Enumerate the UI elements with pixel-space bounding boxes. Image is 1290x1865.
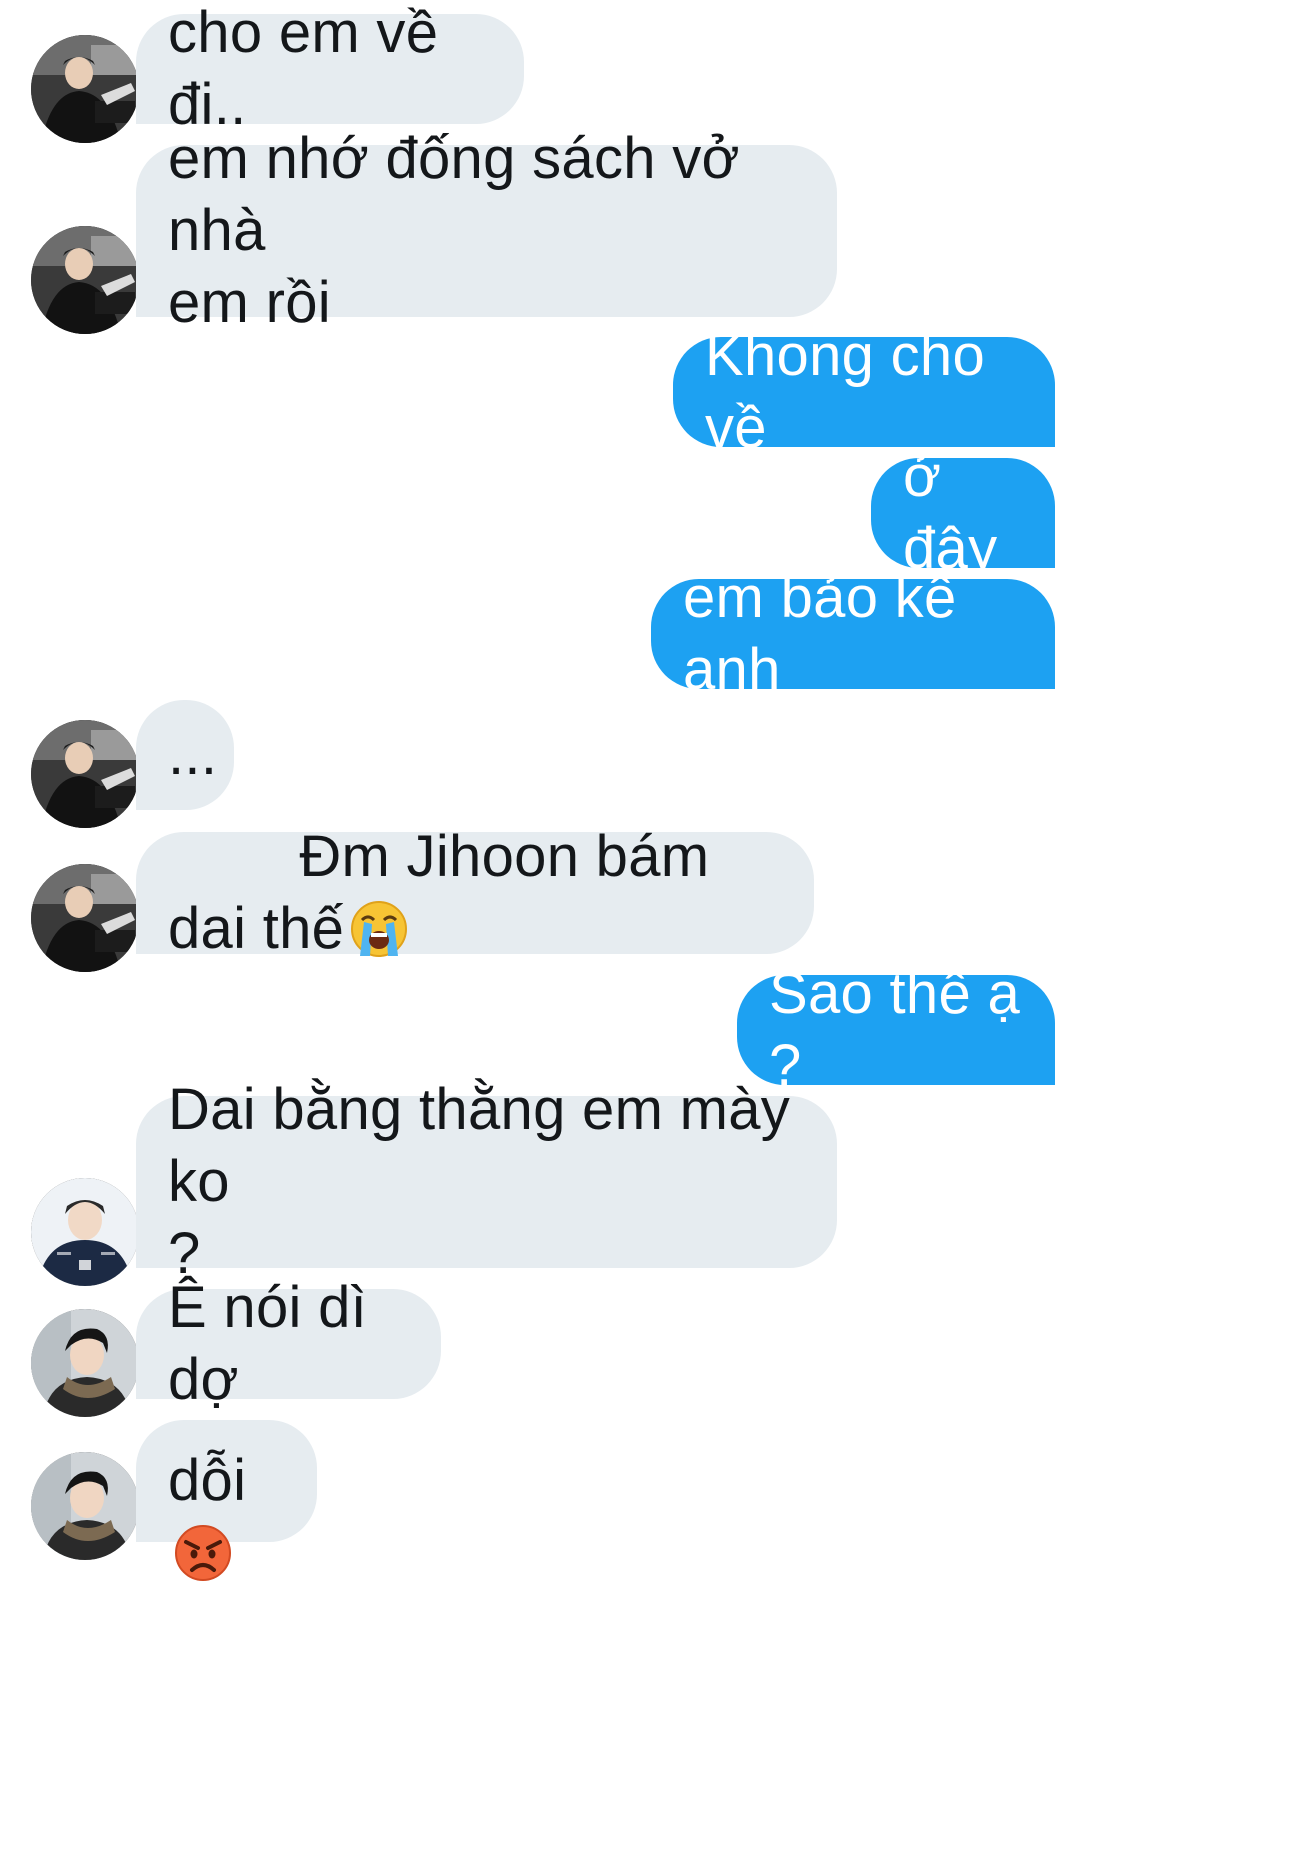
avatar-black-jacket-image bbox=[31, 864, 139, 972]
avatar[interactable] bbox=[31, 1309, 139, 1417]
message-thread: cho em về đi.. em nhớ đống sách vở nhà e… bbox=[0, 0, 1290, 1865]
avatar-black-jacket-image bbox=[31, 720, 139, 828]
message-bubble[interactable]: em nhớ đống sách vở nhà em rồi bbox=[136, 126, 837, 335]
avatar[interactable] bbox=[31, 1452, 139, 1560]
message-bubble[interactable]: cho em về đi.. bbox=[136, 0, 524, 137]
message-bubble[interactable]: Sao thế ạ ? bbox=[737, 961, 1055, 1098]
message-bubble[interactable]: Dai bằng thằng em mày ko ? bbox=[136, 1077, 837, 1286]
avatar-scarf-image bbox=[31, 1452, 139, 1560]
message-text: dỗi bbox=[168, 1301, 285, 1661]
message-bubble[interactable]: Đm Jihoon bám dai thế bbox=[136, 824, 814, 961]
avatar-scarf-image bbox=[31, 1309, 139, 1417]
message-text: Dai bằng thằng em mày ko ? bbox=[168, 1077, 791, 1286]
message-text: em nhớ đống sách vở nhà em rồi bbox=[168, 126, 740, 335]
message-bubble[interactable]: Khong cho về bbox=[673, 323, 1055, 460]
avatar-navy-hoodie-image bbox=[31, 1178, 139, 1286]
avatar-black-jacket-image bbox=[31, 226, 139, 334]
message-text: Đm Jihoon bám dai thế bbox=[168, 749, 782, 1037]
avatar[interactable] bbox=[31, 35, 139, 143]
message-bubble[interactable]: em bảo kê anh bbox=[651, 565, 1055, 702]
message-bubble[interactable]: dỗi bbox=[136, 1420, 317, 1581]
message-bubble[interactable]: ở đây bbox=[871, 444, 1055, 581]
avatar[interactable] bbox=[31, 720, 139, 828]
message-text: em bảo kê anh bbox=[683, 565, 973, 702]
message-text-content: dỗi bbox=[168, 1448, 247, 1513]
loudly-crying-face-icon bbox=[350, 900, 408, 958]
angry-face-icon bbox=[174, 1524, 232, 1582]
avatar[interactable] bbox=[31, 226, 139, 334]
message-text: cho em về đi.. bbox=[168, 0, 455, 137]
message-text: Sao thế ạ ? bbox=[769, 961, 1037, 1098]
avatar[interactable] bbox=[31, 1178, 139, 1286]
message-text-content: Đm Jihoon bám dai thế bbox=[168, 824, 726, 961]
avatar-black-jacket-image bbox=[31, 35, 139, 143]
avatar[interactable] bbox=[31, 864, 139, 972]
